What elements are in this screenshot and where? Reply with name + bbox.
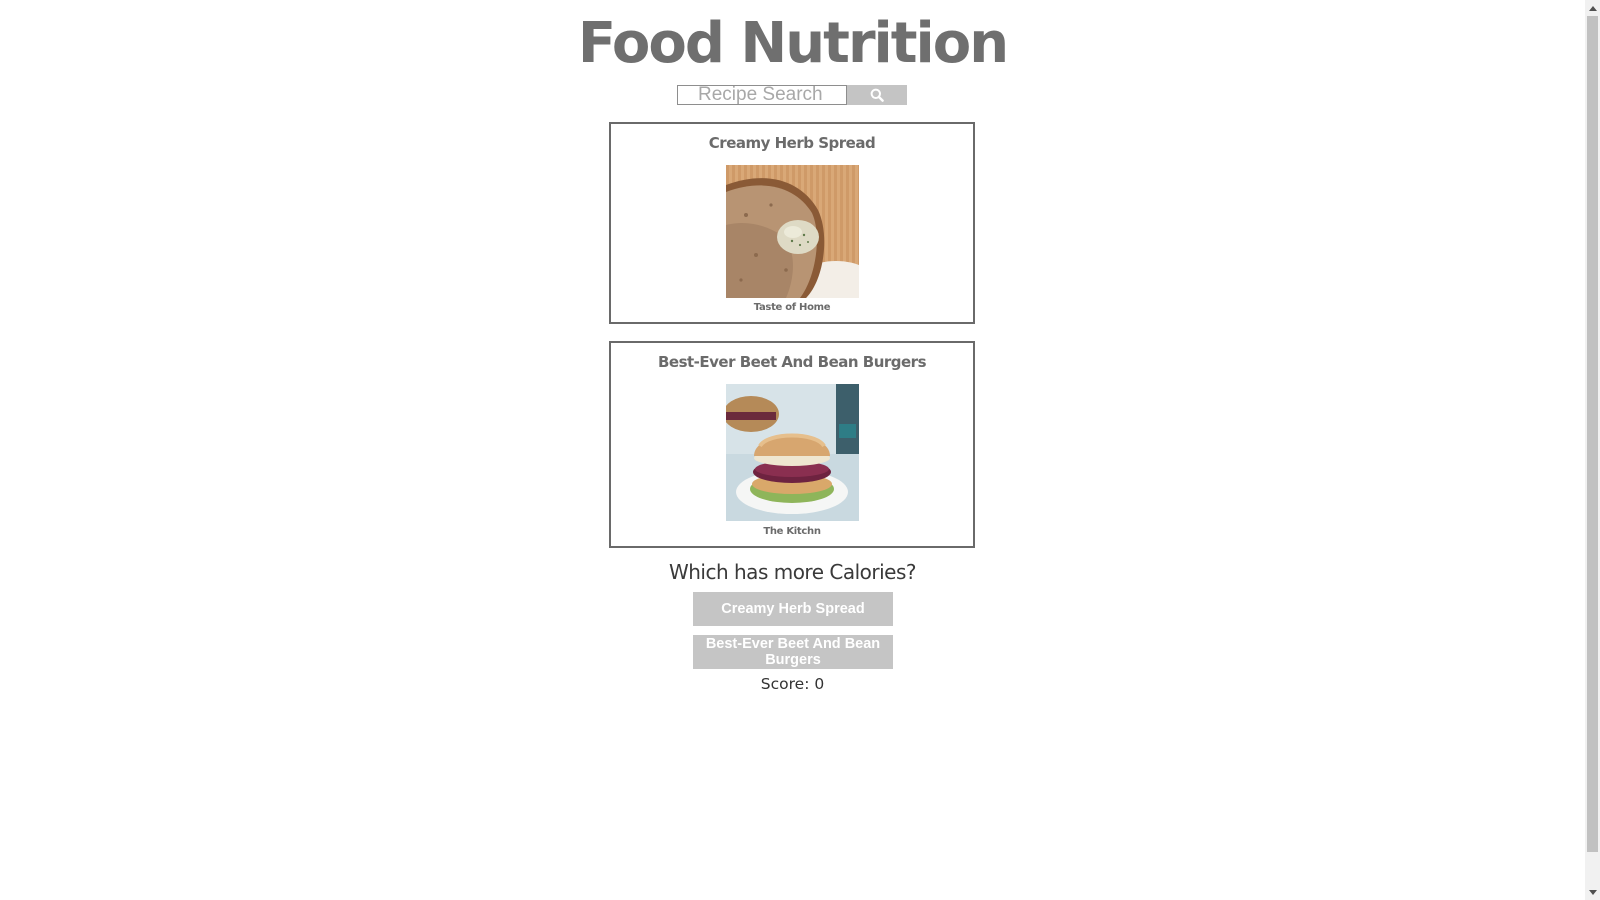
choice-button-2[interactable]: Best-Ever Beet And Bean Burgers xyxy=(693,635,893,669)
scroll-up-arrow-icon[interactable] xyxy=(1585,0,1600,15)
recipe-image-herb-spread xyxy=(726,165,859,298)
scrollbar-thumb[interactable] xyxy=(1587,16,1598,852)
choice-button-label: Best-Ever Beet And Bean Burgers xyxy=(705,636,881,668)
recipe-source: Taste of Home xyxy=(753,302,831,313)
quiz-question: Which has more Calories? xyxy=(668,560,917,584)
choice-button-label: Creamy Herb Spread xyxy=(721,601,865,617)
recipe-title: Best-Ever Beet And Bean Burgers xyxy=(657,353,927,371)
vertical-scrollbar[interactable] xyxy=(1585,0,1600,900)
recipe-card-1: Creamy Herb Spread Taste of Home xyxy=(609,122,975,324)
score-display: Score: 0 xyxy=(760,675,825,693)
recipe-image-beet-burger xyxy=(726,384,859,521)
search-bar xyxy=(677,85,907,105)
page: Food Nutrition Creamy Herb Spread xyxy=(0,0,1585,900)
search-icon xyxy=(870,88,884,102)
app-title: Food Nutrition xyxy=(577,11,1009,76)
recipe-source: The Kitchn xyxy=(763,526,821,537)
scroll-down-arrow-icon[interactable] xyxy=(1585,885,1600,900)
recipe-card-2: Best-Ever Beet And Bean Burgers The Kitc… xyxy=(609,341,975,548)
recipe-search-input[interactable] xyxy=(677,85,847,105)
search-button[interactable] xyxy=(847,85,907,105)
recipe-title: Creamy Herb Spread xyxy=(708,134,876,152)
choice-button-1[interactable]: Creamy Herb Spread xyxy=(693,592,893,626)
